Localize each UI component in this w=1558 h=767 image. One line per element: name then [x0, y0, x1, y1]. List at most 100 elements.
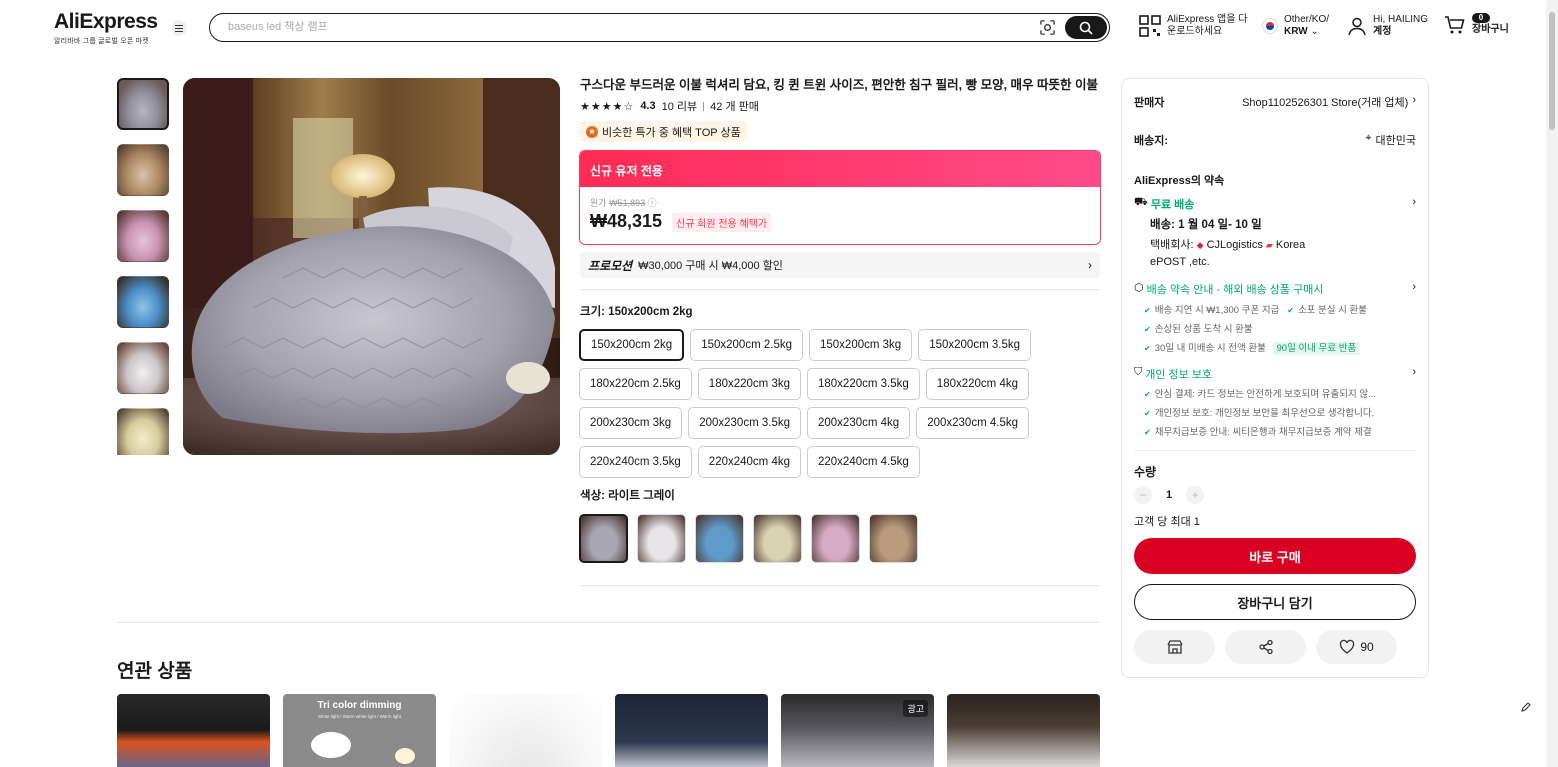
color-swatch[interactable] — [637, 514, 686, 563]
size-option[interactable]: 180x220cm 4kg — [925, 368, 1029, 400]
thumbnail-3[interactable] — [117, 210, 169, 262]
check-icon: ✔ — [1144, 409, 1151, 418]
thumbnail-4[interactable] — [117, 276, 169, 328]
size-option[interactable]: 200x230cm 4kg — [807, 407, 911, 439]
thumbnail-5[interactable] — [117, 342, 169, 394]
carrier-cj: CJLogistics — [1206, 239, 1263, 251]
main-product-image[interactable] — [183, 78, 560, 455]
search-input[interactable] — [228, 19, 988, 35]
delivery-guarantee-row[interactable]: ⬡ 배송 약속 안내 - 해외 배송 상품 구매시 › — [1134, 281, 1416, 297]
page-scrollbar[interactable] — [1546, 0, 1558, 767]
related-product-card[interactable] — [947, 694, 1100, 767]
free-return-badge: 90일 이내 무료 반품 — [1272, 342, 1361, 355]
menu-icon[interactable] — [171, 20, 187, 36]
seller-name: Shop1102526301 Store(거래 업체) — [1242, 97, 1409, 109]
privacy-item: ✔ 채무지급보증 안내: 씨티은행과 채무지급보증 계약 체결 — [1144, 424, 1372, 438]
search-button[interactable] — [1065, 16, 1107, 39]
related-product-card[interactable] — [117, 694, 270, 767]
buy-now-button[interactable]: 바로 구매 — [1134, 538, 1416, 574]
color-swatch[interactable] — [753, 514, 802, 563]
decrease-button[interactable]: − — [1134, 486, 1152, 504]
size-option[interactable]: 220x240cm 4kg — [697, 446, 801, 478]
store-icon — [1166, 640, 1183, 654]
size-option[interactable]: 150x200cm 2kg — [579, 329, 685, 361]
quantity-value[interactable]: 1 — [1166, 489, 1172, 501]
check-icon: ✔ — [1287, 306, 1294, 315]
original-price: 원가 ₩51,893 ⓘ — [590, 196, 657, 209]
free-shipping-label: 무료 배송 — [1150, 199, 1195, 211]
size-option[interactable]: 200x230cm 4.5kg — [916, 407, 1029, 439]
action-buttons: 90 — [1134, 630, 1397, 664]
account-label: 계정 — [1373, 26, 1392, 37]
ship-to-row[interactable]: 배송지: ⌖ 대한민국 — [1134, 132, 1416, 148]
promotion-text: ₩30,000 구매 시 ₩4,000 할인 — [638, 260, 783, 272]
related-product-card[interactable] — [449, 694, 602, 767]
promise-title-text: AliExpress의 약속 — [1134, 175, 1225, 187]
related-product-card[interactable] — [615, 694, 768, 767]
related-product-card[interactable]: Tri color dimming White light / Warm whi… — [283, 694, 436, 767]
size-option[interactable]: 150x200cm 2.5kg — [690, 329, 803, 361]
color-options — [579, 514, 918, 563]
privacy-text: 개인정보 보호: 개인정보 보안을 최우선으로 생각합니다. — [1154, 408, 1375, 419]
store-button[interactable] — [1134, 630, 1215, 664]
size-option[interactable]: 150x200cm 3.5kg — [918, 329, 1031, 361]
carrier-epost: ePOST ,etc. — [1150, 256, 1210, 268]
size-option[interactable]: 200x230cm 3kg — [579, 407, 683, 439]
seller-row[interactable]: 판매자 Shop1102526301 Store(거래 업체) › — [1134, 94, 1416, 110]
lamp-image — [395, 748, 415, 764]
color-swatch[interactable] — [811, 514, 860, 563]
privacy-row[interactable]: ⛉ 개인 정보 보호 › — [1134, 366, 1416, 382]
price-tag: 신규 회원 전용 혜택가 — [672, 213, 772, 232]
size-option[interactable]: 150x200cm 3kg — [809, 329, 913, 361]
app-line1: AliExpress 앱을 다 — [1167, 14, 1248, 25]
check-icon: ✔ — [1144, 344, 1151, 353]
size-option[interactable]: 180x220cm 2.5kg — [579, 368, 692, 400]
wishlist-button[interactable]: 90 — [1316, 630, 1397, 664]
divider — [117, 622, 1100, 623]
thumbnail-2[interactable] — [117, 144, 169, 196]
add-to-cart-button[interactable]: 장바구니 담기 — [1134, 584, 1416, 620]
review-count[interactable]: 10 리뷰 — [662, 98, 698, 114]
shield-icon: ⛉ — [1134, 366, 1143, 378]
app-download[interactable]: AliExpress 앱을 다 운로드하세요 — [1139, 14, 1247, 38]
edit-pen-icon[interactable] — [1516, 697, 1536, 717]
share-button[interactable] — [1225, 630, 1306, 664]
image-search-icon[interactable] — [1039, 19, 1056, 36]
scrollbar-thumb[interactable] — [1549, 12, 1555, 130]
account-menu[interactable]: Hi, HAILING 계정 — [1347, 14, 1428, 38]
related-products-list: Tri color dimming White light / Warm whi… — [117, 694, 1100, 767]
original-price-value: ₩51,893 — [609, 198, 646, 208]
new-user-price-box: 신규 유저 전용 원가 ₩51,893 ⓘ ₩48,315 신규 회원 전용 혜… — [579, 150, 1101, 245]
chevron-right-icon: › — [1412, 196, 1416, 208]
related-product-card[interactable]: 광고 — [781, 694, 934, 767]
rating-value: 4.3 — [640, 100, 656, 112]
quantity-stepper: − 1 + — [1134, 486, 1205, 504]
increase-button[interactable]: + — [1186, 486, 1205, 504]
color-swatch[interactable] — [695, 514, 744, 563]
aliexpress-logo[interactable]: AliExpress 알리바바 그룹 글로벌 오픈 마켓 — [54, 10, 158, 46]
promotion-bar[interactable]: 프로모션 ₩30,000 구매 시 ₩4,000 할인 › — [580, 252, 1100, 278]
size-label: 크기: 150x200cm 2kg — [580, 306, 693, 318]
size-option[interactable]: 220x240cm 3.5kg — [579, 446, 692, 478]
info-icon[interactable]: ⓘ — [648, 198, 657, 208]
ship-to-country: 대한민국 — [1375, 135, 1416, 147]
size-option[interactable]: 180x220cm 3.5kg — [807, 368, 920, 400]
size-option[interactable]: 180x220cm 3kg — [697, 368, 801, 400]
locale-selector[interactable]: Other/KO/KRW ⌄ — [1262, 14, 1329, 38]
product-title: 구스다운 부드러운 이불 럭셔리 담요, 킹 퀸 트윈 사이즈, 편안한 침구 … — [580, 78, 1098, 92]
free-shipping-row[interactable]: ⛟ 무료 배송 › — [1134, 196, 1416, 212]
user-icon — [1348, 17, 1366, 36]
star-rating-icon: ★★★★☆ — [580, 100, 635, 113]
size-option[interactable]: 220x240cm 4.5kg — [807, 446, 920, 478]
carrier-korea: Korea — [1275, 239, 1306, 251]
cart-label: 장바구니 — [1472, 24, 1509, 35]
top-product-badge: ★ 비슷한 특가 중 혜택 TOP 상품 — [580, 121, 747, 142]
privacy-text: 채무지급보증 안내: 씨티은행과 채무지급보증 계약 체결 — [1154, 427, 1372, 438]
thumbnail-1[interactable] — [117, 78, 169, 130]
check-icon: ✔ — [1144, 428, 1151, 437]
privacy-item: ✔ 안심 결제: 카드 정보는 안전하게 보호되며 유출되지 않... — [1144, 386, 1376, 400]
color-swatch[interactable] — [869, 514, 918, 563]
thumbnail-6[interactable] — [117, 408, 169, 455]
size-option[interactable]: 200x230cm 3.5kg — [688, 407, 801, 439]
color-swatch[interactable] — [579, 514, 628, 563]
